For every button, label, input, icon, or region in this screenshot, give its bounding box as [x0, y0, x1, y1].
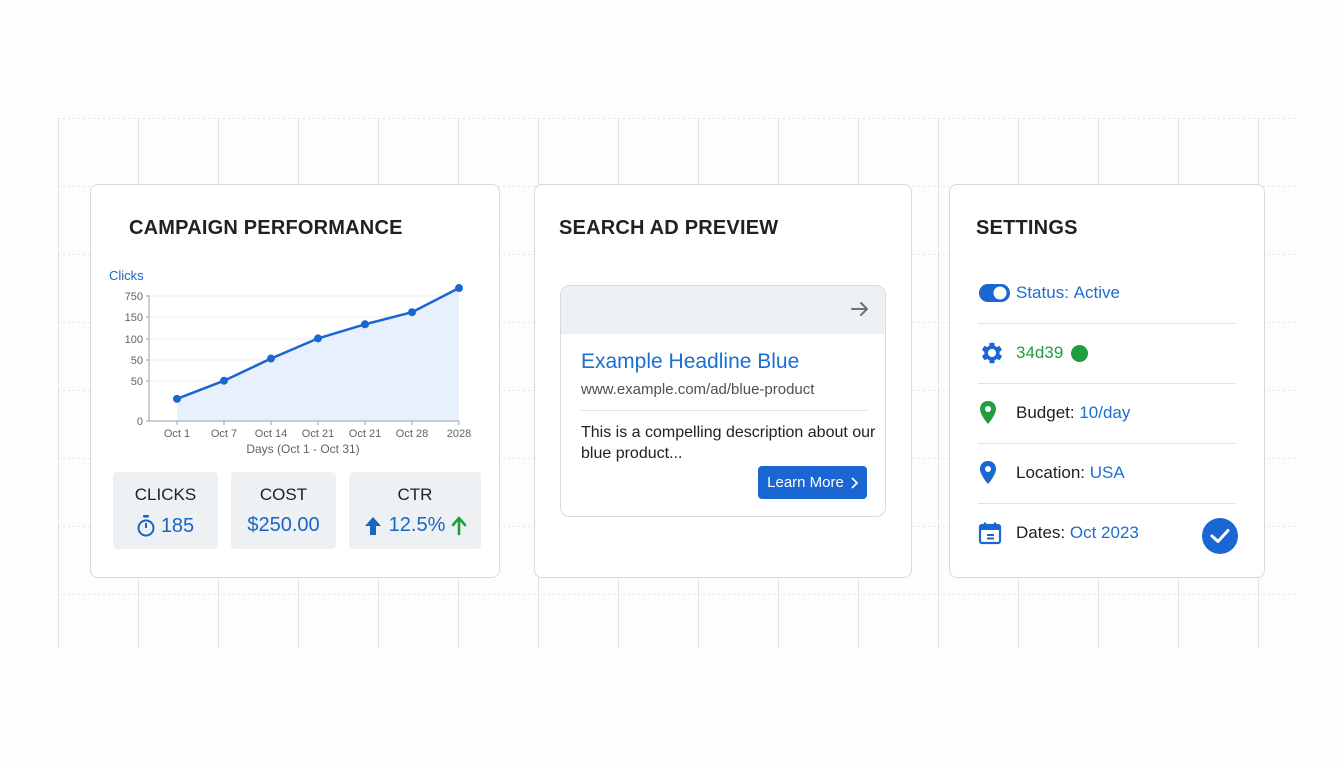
stat-cost-label: COST	[259, 485, 308, 504]
ad-headline[interactable]: Example Headline Blue	[581, 350, 799, 374]
stat-ctr-label: CTR	[397, 485, 433, 504]
chart-y-tick-label: 750	[125, 291, 143, 303]
chart-data-point	[455, 284, 463, 293]
stat-clicks-value: 185	[160, 514, 195, 537]
chart-y-tick-label: 0	[137, 416, 143, 428]
chart-x-axis-label: Days (Oct 1 - Oct 31)	[246, 442, 359, 456]
budget-value: 10/day	[1079, 403, 1131, 422]
setting-dates[interactable]: Dates: Oct 2023	[978, 503, 1236, 563]
chart-x-tick-label: Oct 7	[211, 428, 237, 440]
settings-title: SETTINGS	[976, 217, 1078, 239]
status-value: Active	[1073, 283, 1120, 302]
chart-y-tick-label: 50	[131, 376, 143, 388]
campaign-performance-card: CAMPAIGN PERFORMANCE 0 50 50 100 150 750 Oct 1…	[90, 184, 500, 578]
ad-description: This is a compelling description about o…	[581, 424, 876, 462]
toggle-on-icon[interactable]	[978, 283, 1011, 303]
dates-label: Dates:	[1016, 523, 1066, 542]
trend-up-icon	[452, 516, 467, 535]
calendar-icon	[978, 522, 1002, 545]
arrow-right-icon[interactable]	[851, 302, 869, 316]
timer-icon	[137, 515, 155, 537]
chart-data-point	[314, 334, 322, 343]
ad-divider	[581, 410, 867, 411]
status-dot-icon	[1071, 344, 1089, 362]
budget-label: Budget:	[1016, 403, 1075, 422]
arrow-up-icon	[364, 516, 381, 535]
gear-icon	[981, 342, 1003, 364]
chart-y-axis-label: Clicks	[109, 268, 144, 283]
location-value: USA	[1089, 463, 1125, 482]
stat-cost-value: $250.00	[247, 514, 320, 536]
chart-y-tick-label: 100	[125, 334, 143, 346]
chart-data-point	[267, 354, 275, 363]
stat-ctr-value: 12.5%	[388, 514, 446, 536]
location-pin-icon	[980, 461, 996, 484]
chart-area	[177, 288, 459, 421]
chart-x-tick-label: Oct 21	[349, 428, 381, 440]
setting-status[interactable]: Status: Active	[978, 263, 1236, 324]
chart-x-tick-label: Oct 14	[255, 428, 287, 440]
stat-clicks: CLICKS 185	[113, 472, 218, 549]
learn-more-label: Learn More	[767, 474, 844, 491]
ad-preview-title: SEARCH AD PREVIEW	[559, 217, 779, 239]
id-value: 34d39	[1016, 343, 1064, 362]
ad-browser-bar	[561, 286, 885, 334]
chart-y-tick-label: 50	[131, 355, 143, 367]
ad-preview-box: Example Headline Blue www.example.com/ad…	[560, 285, 886, 517]
chart-data-point	[408, 308, 416, 317]
settings-card: SETTINGS Status: Active 34d39 Budget: 10…	[949, 184, 1265, 578]
confirm-check-icon[interactable]	[1202, 518, 1238, 554]
location-label: Location:	[1016, 463, 1085, 482]
chart-data-point	[220, 376, 228, 385]
dates-value: Oct 2023	[1069, 523, 1139, 542]
chart-x-tick-label: 2028	[447, 428, 471, 440]
stat-clicks-label: CLICKS	[134, 485, 197, 504]
ad-url: www.example.com/ad/blue-product	[581, 381, 815, 398]
status-label: Status:	[1016, 283, 1069, 302]
chevron-right-icon	[851, 476, 858, 489]
chart-data-point	[173, 394, 181, 403]
clicks-line-chart: 0 50 50 100 150 750 Oct 1 Oct 7 Oct 14 Oct 21 Oct …	[109, 268, 471, 456]
chart-x-tick-label: Oct 21	[302, 428, 334, 440]
setting-budget[interactable]: Budget: 10/day	[978, 383, 1236, 444]
chart-y-tick-label: 150	[125, 312, 143, 324]
stat-ctr: CTR 12.5%	[349, 472, 481, 549]
setting-id[interactable]: 34d39	[978, 323, 1236, 384]
stat-cost: COST $250.00	[231, 472, 336, 549]
map-pin-icon	[980, 401, 996, 424]
chart-x-tick-label: Oct 1	[164, 428, 190, 440]
learn-more-button[interactable]: Learn More	[758, 466, 867, 499]
search-ad-preview-card: SEARCH AD PREVIEW Example Headline Blue …	[534, 184, 912, 578]
setting-location[interactable]: Location: USA	[978, 443, 1236, 504]
chart-x-tick-label: Oct 28	[396, 428, 428, 440]
chart-data-point	[361, 320, 369, 329]
